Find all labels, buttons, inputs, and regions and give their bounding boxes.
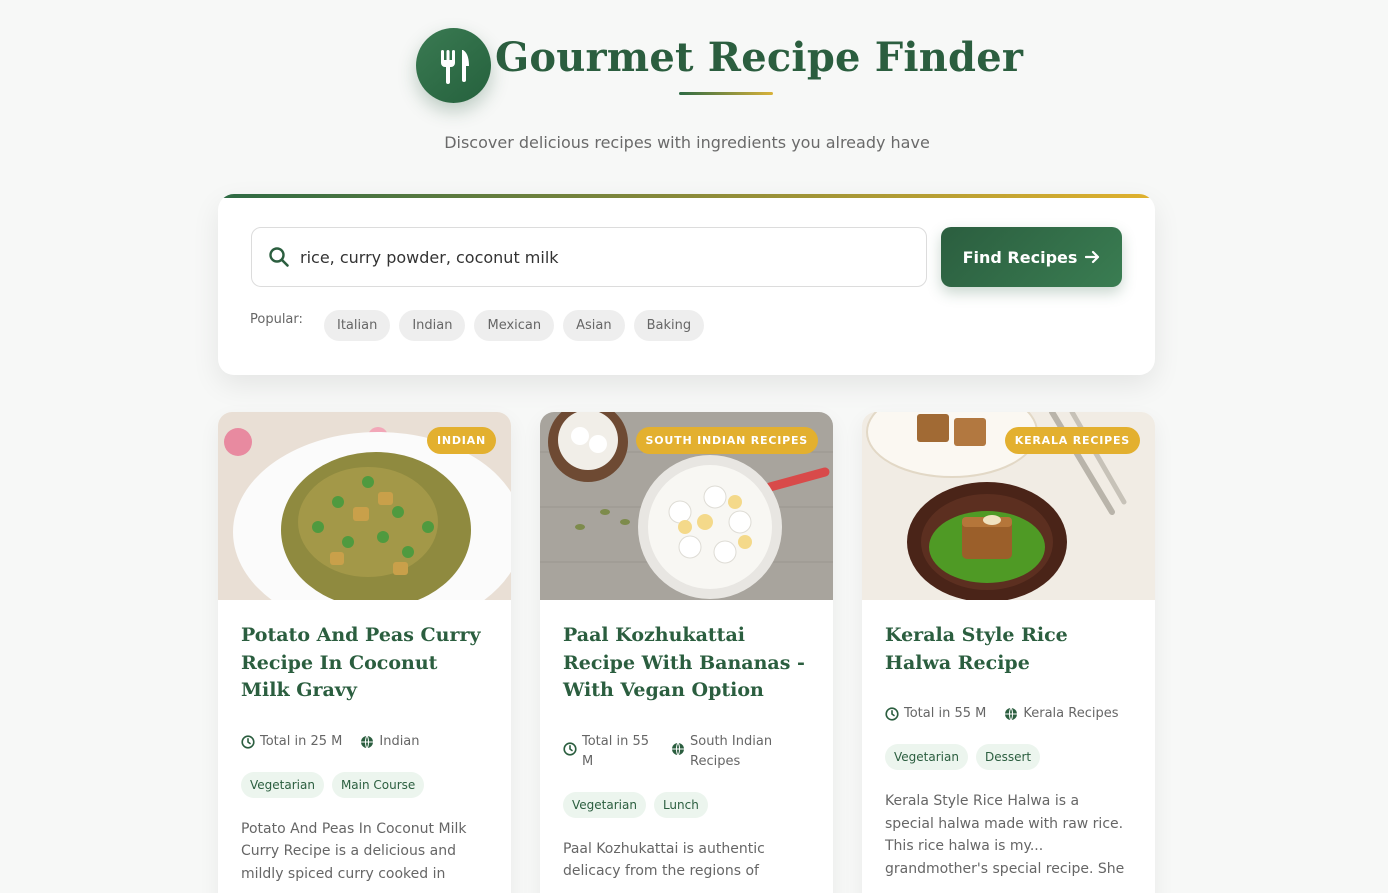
find-recipes-label: Find Recipes <box>962 247 1078 267</box>
search-box[interactable] <box>251 227 927 287</box>
clock-icon <box>563 741 577 756</box>
recipe-image[interactable]: KERALA RECIPES <box>862 412 1155 600</box>
recipe-title[interactable]: Potato And Peas Curry Recipe In Coconut … <box>241 622 488 705</box>
recipe-description: Potato And Peas In Coconut Milk Curry Re… <box>241 820 467 882</box>
recipe-time: Total in 55 M <box>885 704 986 724</box>
arrow-right-icon <box>1085 250 1100 264</box>
recipe-cuisine-label: South Indian Recipes <box>690 733 773 769</box>
recipe-card[interactable]: KERALA RECIPES Kerala Style Rice Halwa R… <box>862 412 1155 893</box>
popular-chips: Italian Indian Mexican Asian Baking <box>324 310 705 341</box>
recipe-time-label: Total in 25 M <box>260 733 343 749</box>
cuisine-badge: SOUTH INDIAN RECIPES <box>635 427 818 454</box>
search-panel: Find Recipes Popular: Italian Indian Mex… <box>218 194 1155 375</box>
recipe-description: Kerala Style Rice Halwa is a special hal… <box>885 793 1125 877</box>
recipe-time-label: Total in 55 M <box>904 706 987 721</box>
course-tag: Lunch <box>653 791 708 818</box>
chip-baking[interactable]: Baking <box>633 310 705 341</box>
chip-asian[interactable]: Asian <box>563 310 625 341</box>
recipe-cuisine-label: Indian <box>379 733 420 749</box>
search-input[interactable] <box>300 247 900 267</box>
chip-mexican[interactable]: Mexican <box>474 310 555 341</box>
search-icon <box>268 246 290 268</box>
recipe-cuisine: Indian <box>360 732 420 752</box>
course-tag: Dessert <box>975 744 1041 770</box>
page-title: Gourmet Recipe Finder <box>495 34 1024 81</box>
recipe-card[interactable]: INDIAN Potato And Peas Curry Recipe In C… <box>218 412 511 893</box>
chip-italian[interactable]: Italian <box>324 310 391 341</box>
recipe-cuisine: South Indian Recipes <box>671 732 781 772</box>
globe-icon <box>672 742 684 755</box>
page-subtitle: Discover delicious recipes with ingredie… <box>444 133 930 152</box>
recipe-time: Total in 55 M <box>563 732 655 772</box>
chip-indian[interactable]: Indian <box>399 310 466 341</box>
fork-knife-icon <box>440 49 469 84</box>
cuisine-badge: KERALA RECIPES <box>1004 427 1140 454</box>
cuisine-badge: INDIAN <box>426 427 496 454</box>
recipe-image[interactable]: INDIAN <box>218 412 511 600</box>
recipe-cuisine: Kerala Recipes <box>1004 704 1119 724</box>
recipe-image[interactable]: SOUTH INDIAN RECIPES <box>540 412 833 600</box>
recipe-time-label: Total in 55 M <box>582 733 650 769</box>
recipe-title[interactable]: Paal Kozhukattai Recipe With Bananas - W… <box>563 622 810 705</box>
find-recipes-button[interactable]: Find Recipes <box>941 227 1122 287</box>
recipe-description: Paal Kozhukattai is authentic delicacy f… <box>563 840 765 880</box>
globe-icon <box>361 735 374 748</box>
clock-icon <box>241 734 255 749</box>
globe-icon <box>1005 707 1018 721</box>
diet-tag: Vegetarian <box>885 744 968 770</box>
logo <box>416 28 491 103</box>
recipe-time: Total in 25 M <box>241 732 342 752</box>
clock-icon <box>885 707 899 721</box>
popular-label: Popular: <box>250 312 303 327</box>
recipe-cuisine-label: Kerala Recipes <box>1023 706 1119 721</box>
recipe-title[interactable]: Kerala Style Rice Halwa Recipe <box>885 622 1132 677</box>
diet-tag: Vegetarian <box>241 771 324 798</box>
diet-tag: Vegetarian <box>563 791 646 818</box>
course-tag: Main Course <box>331 771 425 798</box>
title-underline <box>679 92 773 95</box>
recipe-card[interactable]: SOUTH INDIAN RECIPES Paal Kozhukattai Re… <box>540 412 833 893</box>
